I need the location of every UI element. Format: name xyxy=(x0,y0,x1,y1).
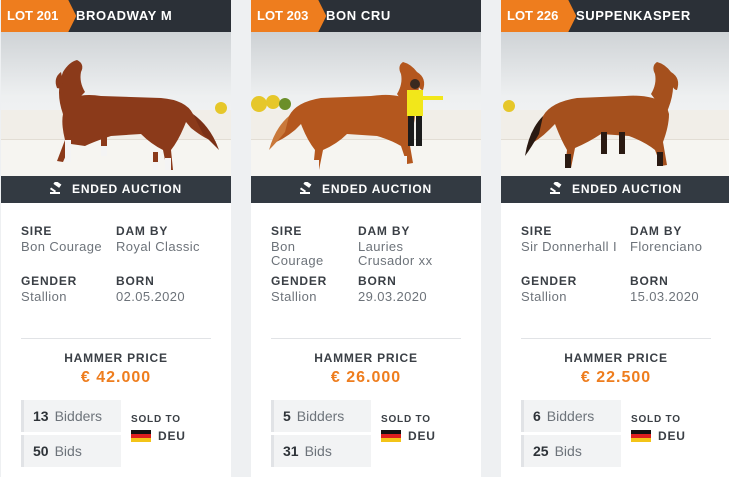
dam-by-value: Royal Classic xyxy=(116,239,200,254)
bidders-count: 6 Bidders xyxy=(521,400,621,432)
bids-number: 31 xyxy=(283,443,299,459)
card-header: LOT 201 BROADWAY M xyxy=(1,0,231,32)
bids-label: Bids xyxy=(54,443,82,459)
divider xyxy=(521,338,711,339)
dam-by-label: DAM BY xyxy=(116,224,169,238)
lot-card[interactable]: LOT 201 BROADWAY M ENDED AUCTION SIRE Bo… xyxy=(1,0,231,477)
auction-status: ENDED AUCTION xyxy=(251,176,481,203)
hammer-price-value: € 42.000 xyxy=(80,369,152,386)
card-header: LOT 226 SUPPENKASPER xyxy=(501,0,729,32)
gender-value: Stallion xyxy=(21,289,67,304)
bids-number: 50 xyxy=(33,443,49,459)
dam-by-label: DAM BY xyxy=(358,224,411,238)
bidders-label: Bidders xyxy=(546,408,595,424)
bids-count: 31 Bids xyxy=(271,435,371,467)
born-label: BORN xyxy=(630,274,669,288)
gavel-icon xyxy=(50,182,62,194)
divider xyxy=(21,338,211,339)
bidders-number: 5 xyxy=(283,408,291,424)
horse-name[interactable]: BROADWAY M xyxy=(76,0,172,32)
born-label: BORN xyxy=(116,274,155,288)
horse-name[interactable]: BON CRU xyxy=(326,0,391,32)
status-text: ENDED AUCTION xyxy=(572,182,682,196)
born-value: 29.03.2020 xyxy=(358,289,428,304)
germany-flag-icon xyxy=(131,430,151,442)
country-code: DEU xyxy=(658,429,686,443)
bidders-label: Bidders xyxy=(296,408,345,424)
germany-flag-icon xyxy=(381,430,401,442)
country-code: DEU xyxy=(408,429,436,443)
lot-number: LOT 201 xyxy=(1,0,76,32)
bidders-count: 5 Bidders xyxy=(271,400,371,432)
bidders-number: 6 xyxy=(533,408,541,424)
sold-to-label: SOLD TO xyxy=(381,414,431,425)
bids-count: 50 Bids xyxy=(21,435,121,467)
sire-value: Sir Donnerhall I xyxy=(521,239,617,254)
hammer-price-label: HAMMER PRICE xyxy=(564,351,668,365)
card-header: LOT 203 BON CRU xyxy=(251,0,481,32)
lot-number: LOT 226 xyxy=(501,0,576,32)
sire-value: Bon Courage xyxy=(21,239,103,254)
hammer-price-value: € 22.500 xyxy=(580,369,652,386)
sire-label: SIRE xyxy=(271,224,303,238)
auction-status: ENDED AUCTION xyxy=(501,176,729,203)
gavel-icon xyxy=(300,182,312,194)
country-code: DEU xyxy=(158,429,186,443)
dam-by-value: Lauries Crusador xx xyxy=(358,239,433,268)
hammer-price-value: € 26.000 xyxy=(330,369,402,386)
lot-card[interactable]: LOT 203 BON CRU ENDED AUCTION SIRE Bon C… xyxy=(251,0,481,477)
sire-label: SIRE xyxy=(21,224,53,238)
dam-by-label: DAM BY xyxy=(630,224,683,238)
sold-to-label: SOLD TO xyxy=(131,414,181,425)
bids-label: Bids xyxy=(554,443,582,459)
hammer-price-label: HAMMER PRICE xyxy=(64,351,168,365)
horse-photo[interactable] xyxy=(1,32,231,176)
germany-flag-icon xyxy=(631,430,651,442)
bids-count: 25 Bids xyxy=(521,435,621,467)
bidders-number: 13 xyxy=(33,408,49,424)
sire-value: Bon Courage xyxy=(271,239,324,268)
born-value: 02.05.2020 xyxy=(116,289,186,304)
dam-by-value: Florenciano xyxy=(630,239,703,254)
gender-label: GENDER xyxy=(21,274,78,288)
status-text: ENDED AUCTION xyxy=(72,182,182,196)
bids-number: 25 xyxy=(533,443,549,459)
bidders-label: Bidders xyxy=(54,408,103,424)
born-label: BORN xyxy=(358,274,397,288)
horse-name[interactable]: SUPPENKASPER xyxy=(576,0,691,32)
bids-label: Bids xyxy=(304,443,332,459)
horse-photo[interactable] xyxy=(251,32,481,176)
born-value: 15.03.2020 xyxy=(630,289,700,304)
divider xyxy=(271,338,461,339)
status-text: ENDED AUCTION xyxy=(322,182,432,196)
bidders-count: 13 Bidders xyxy=(21,400,121,432)
auction-status: ENDED AUCTION xyxy=(1,176,231,203)
hammer-price-label: HAMMER PRICE xyxy=(314,351,418,365)
lot-card[interactable]: LOT 226 SUPPENKASPER ENDED AUCTION SIRE … xyxy=(501,0,729,477)
horse-photo[interactable] xyxy=(501,32,729,176)
sire-label: SIRE xyxy=(521,224,553,238)
gavel-icon xyxy=(550,182,562,194)
gender-label: GENDER xyxy=(271,274,328,288)
sold-to-label: SOLD TO xyxy=(631,414,681,425)
lot-number: LOT 203 xyxy=(251,0,326,32)
gender-label: GENDER xyxy=(521,274,578,288)
gender-value: Stallion xyxy=(271,289,317,304)
gender-value: Stallion xyxy=(521,289,567,304)
